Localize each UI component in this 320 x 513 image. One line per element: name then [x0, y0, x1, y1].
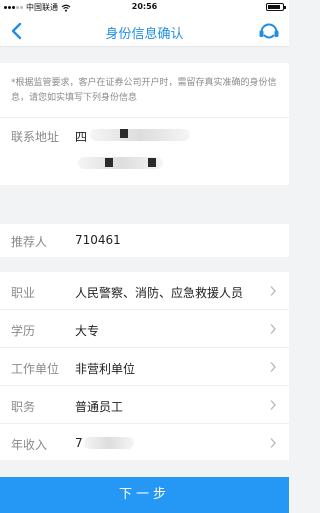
education-value: 大专	[75, 324, 100, 338]
chevron-right-icon	[270, 286, 276, 296]
redaction-blur	[84, 437, 134, 449]
occupation-value: 人民警察、消防、应急救援人员	[75, 286, 244, 300]
form-row-education[interactable]: 学历 大专	[0, 310, 289, 348]
redaction-pixel	[148, 158, 156, 167]
redaction-blur	[90, 129, 190, 141]
referrer-label: 推荐人	[11, 235, 48, 249]
form-row-position[interactable]: 职务 普通员工	[0, 386, 289, 424]
redaction-pixel	[120, 129, 128, 138]
profile-form: 职业 人民警察、消防、应急救援人员 学历 大专 工作单位 非营利单位 职务 普通…	[0, 272, 289, 460]
address-label: 联系地址	[11, 130, 60, 144]
income-value: 7	[75, 436, 83, 450]
address-row[interactable]: 联系地址 四	[0, 117, 289, 185]
education-label: 学历	[11, 324, 36, 338]
page-title: 身份信息确认	[105, 27, 184, 42]
regulatory-notice: *根据监管要求，客户在证券公司开户时，需留存真实准确的身份信息，请您如实填写下列…	[0, 63, 289, 117]
occupation-label: 职业	[11, 286, 36, 300]
chevron-right-icon	[270, 400, 276, 410]
position-label: 职务	[11, 400, 36, 414]
status-right	[266, 3, 286, 11]
referrer-row[interactable]: 推荐人 710461	[0, 224, 289, 257]
address-value: 四	[75, 130, 88, 144]
employer-label: 工作单位	[11, 362, 60, 376]
form-row-occupation[interactable]: 职业 人民警察、消防、应急救援人员	[0, 272, 289, 310]
battery-icon	[266, 3, 286, 11]
next-step-button[interactable]: 下一步	[0, 477, 289, 513]
position-value: 普通员工	[75, 400, 124, 414]
navigation-bar: 身份信息确认	[0, 15, 289, 47]
employer-value: 非营利单位	[75, 362, 136, 376]
form-row-income[interactable]: 年收入 7	[0, 424, 289, 462]
redaction-pixel	[105, 158, 113, 167]
status-bar: 中国联通 20:56	[0, 0, 289, 15]
chevron-right-icon	[270, 362, 276, 372]
referrer-value: 710461	[75, 233, 121, 247]
chevron-right-icon	[270, 324, 276, 334]
form-row-employer[interactable]: 工作单位 非营利单位	[0, 348, 289, 386]
income-label: 年收入	[11, 438, 48, 452]
chevron-right-icon	[270, 438, 276, 448]
status-time: 20:56	[131, 2, 158, 11]
customer-service-icon[interactable]	[257, 19, 281, 43]
